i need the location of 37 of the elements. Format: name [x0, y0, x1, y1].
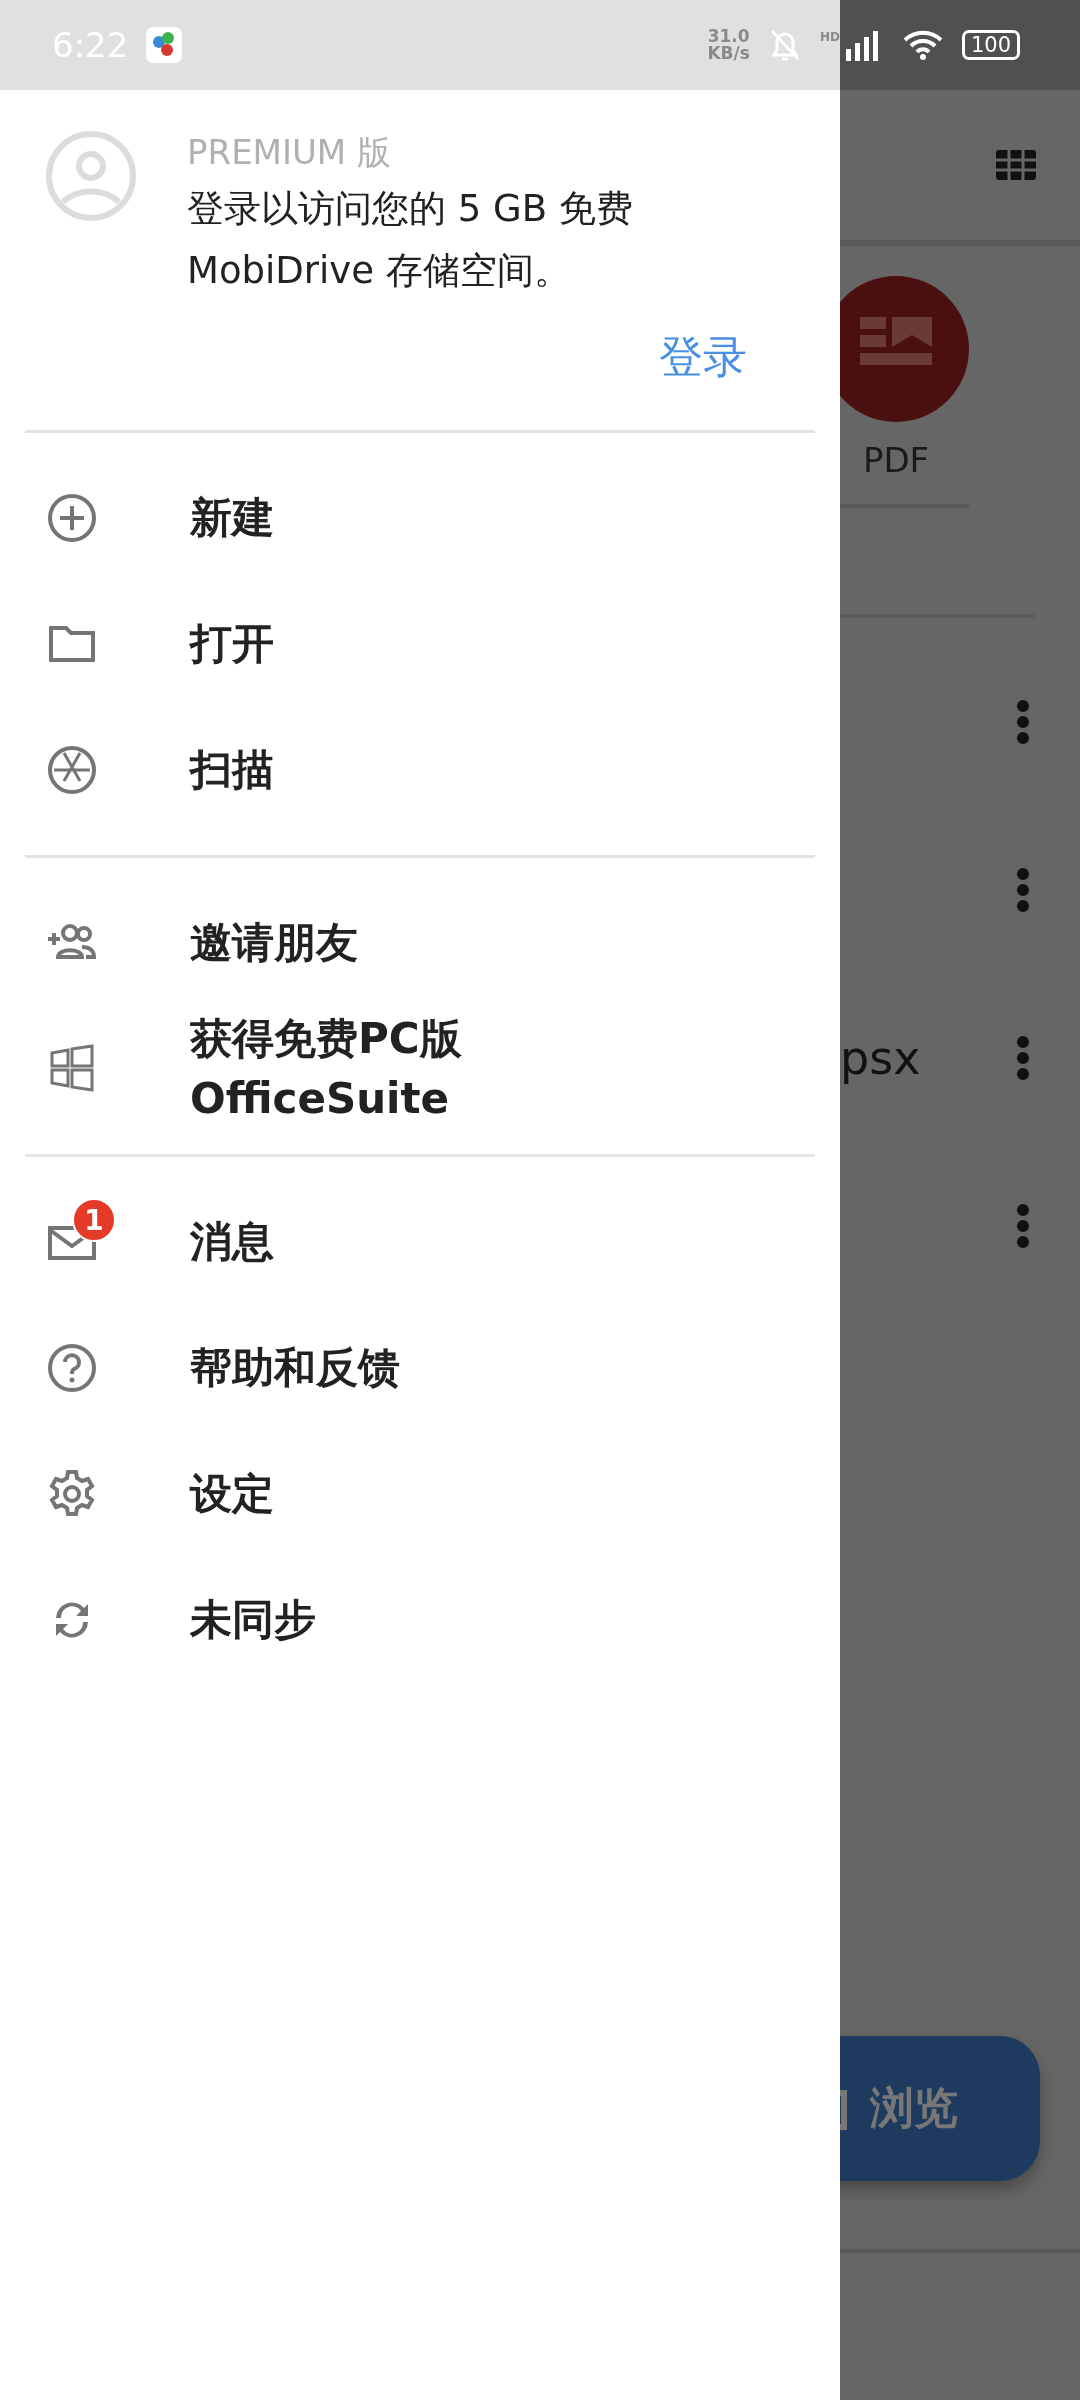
menu-item[interactable]: 设定: [0, 1431, 840, 1557]
menu-label: 扫描: [190, 744, 275, 796]
menu-item[interactable]: 未同步: [0, 1557, 840, 1683]
menu-item[interactable]: 1 消息: [0, 1179, 840, 1305]
menu-item[interactable]: 帮助和反馈: [0, 1305, 840, 1431]
notification-badge: 1: [72, 1198, 116, 1242]
menu-label: 设定: [190, 1468, 275, 1520]
menu-label: 打开: [190, 618, 275, 670]
menu-label: 新建: [190, 492, 275, 544]
file-name: psx: [840, 1031, 921, 1085]
network-label: HD: [819, 30, 840, 44]
menu-label: 获得免费PC版 OfficeSuite: [190, 1013, 463, 1125]
storage-message: 登录以访问您的 5 GB 免费 MobiDrive 存储空间。: [187, 186, 634, 294]
more-icon[interactable]: [1016, 1035, 1030, 1081]
battery-level: 100: [961, 30, 1020, 60]
wifi-icon: [901, 29, 944, 61]
category-label: PDF: [862, 440, 930, 480]
menu-item[interactable]: 新建: [0, 455, 840, 581]
menu-item[interactable]: 邀请朋友: [0, 880, 840, 1006]
avatar-icon: [45, 130, 137, 222]
more-icon[interactable]: [1016, 867, 1030, 913]
more-icon[interactable]: [1016, 699, 1030, 745]
menu-item[interactable]: 打开: [0, 581, 840, 707]
grid-view-icon[interactable]: [994, 148, 1038, 182]
menu-label: 邀请朋友: [190, 917, 359, 969]
add-icon: [46, 492, 98, 544]
menu-label: 未同步: [190, 1594, 317, 1646]
app-icon: [146, 27, 183, 63]
menu-item[interactable]: 获得免费PC版 OfficeSuite: [0, 1006, 840, 1132]
menu-label: 消息: [190, 1216, 275, 1268]
premium-label: PREMIUM 版: [187, 131, 392, 174]
help-icon: [46, 1342, 98, 1394]
network-speed: 31.0 KB/s: [707, 28, 750, 62]
aperture-icon: [46, 744, 98, 796]
menu-label: 帮助和反馈: [190, 1342, 401, 1394]
menu-item[interactable]: 扫描: [0, 707, 840, 833]
more-icon[interactable]: [1016, 1203, 1030, 1249]
